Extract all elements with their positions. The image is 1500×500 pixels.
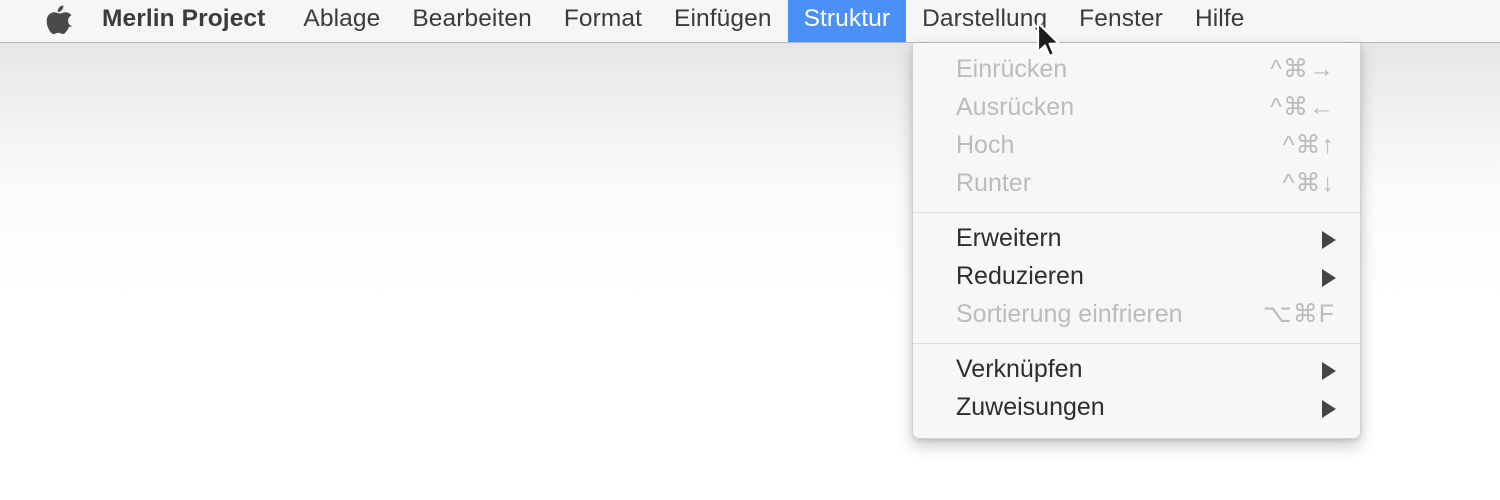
submenu-arrow-icon	[1322, 400, 1336, 418]
menu-bar-item-merlin-project[interactable]: Merlin Project	[90, 0, 287, 42]
menu-bar-item-ablage[interactable]: Ablage	[287, 0, 396, 42]
menu-item-shortcut: ^⌘→	[1270, 54, 1335, 83]
menu-bar-item-label: Fenster	[1079, 5, 1163, 33]
menu-bar-item-label: Hilfe	[1194, 5, 1245, 33]
menu-bar-item-einfuegen[interactable]: Einfügen	[658, 0, 788, 42]
menu-item-runter[interactable]: Runter ^⌘↓	[913, 166, 1360, 204]
menu-bar-item-label: Struktur	[803, 5, 891, 33]
menu-item-erweitern[interactable]: Erweitern	[913, 221, 1360, 259]
menu-item-label: Hoch	[956, 130, 1015, 159]
menu-item-shortcut: ^⌘↑	[1282, 130, 1335, 159]
menu-item-shortcut: ⌥⌘F	[1262, 299, 1335, 328]
menu-bar-item-format[interactable]: Format	[548, 0, 658, 42]
menu-item-shortcut: ^⌘↓	[1282, 168, 1335, 197]
menu-item-label: Reduzieren	[956, 261, 1084, 290]
menu-item-shortcut: ^⌘←	[1270, 92, 1335, 121]
menu-item-reduzieren[interactable]: Reduzieren	[913, 259, 1360, 297]
menu-item-label: Sortierung einfrieren	[956, 299, 1183, 328]
menu-bar-item-struktur[interactable]: Struktur	[787, 0, 907, 42]
submenu-arrow-icon	[1322, 269, 1336, 287]
menu-item-einruecken[interactable]: Einrücken ^⌘→	[913, 52, 1360, 90]
menu-item-hoch[interactable]: Hoch ^⌘↑	[913, 128, 1360, 166]
menu-item-label: Einrücken	[956, 54, 1068, 83]
menu-bar-item-label: Merlin Project	[102, 5, 266, 33]
menu-bar-item-bearbeiten[interactable]: Bearbeiten	[396, 0, 548, 42]
screen: Merlin Project Ablage Bearbeiten Format …	[0, 0, 1500, 500]
apple-logo-icon	[46, 5, 72, 35]
submenu-arrow-icon	[1322, 231, 1336, 249]
menu-bar-item-label: Darstellung	[922, 5, 1048, 33]
menu-item-label: Ausrücken	[956, 92, 1075, 121]
menu-item-label: Verknüpfen	[956, 354, 1083, 383]
menu-item-verknuepfen[interactable]: Verknüpfen	[913, 352, 1360, 390]
submenu-arrow-icon	[1322, 362, 1336, 380]
menu-bar-item-label: Bearbeiten	[412, 5, 532, 33]
menu-item-ausruecken[interactable]: Ausrücken ^⌘←	[913, 90, 1360, 128]
struktur-dropdown-menu: Einrücken ^⌘→ Ausrücken ^⌘← Hoch ^⌘↑ Run…	[912, 43, 1361, 439]
menu-item-sortierung-einfrieren[interactable]: Sortierung einfrieren ⌥⌘F	[913, 297, 1360, 335]
menu-bar-item-label: Ablage	[303, 5, 381, 33]
menu-separator	[913, 343, 1360, 344]
menu-bar-item-darstellung[interactable]: Darstellung	[906, 0, 1063, 42]
menu-item-label: Runter	[956, 168, 1032, 197]
menu-separator	[913, 212, 1360, 213]
menu-item-label: Zuweisungen	[956, 392, 1105, 421]
menu-bar-item-label: Einfügen	[674, 5, 772, 33]
menu-bar-item-label: Format	[563, 5, 643, 33]
menu-bar-item-fenster[interactable]: Fenster	[1063, 0, 1179, 42]
apple-menu-button[interactable]	[28, 0, 90, 42]
menu-bar-item-hilfe[interactable]: Hilfe	[1179, 0, 1261, 42]
menu-bar: Merlin Project Ablage Bearbeiten Format …	[0, 0, 1500, 43]
menu-item-label: Erweitern	[956, 223, 1062, 252]
menu-item-zuweisungen[interactable]: Zuweisungen	[913, 390, 1360, 428]
